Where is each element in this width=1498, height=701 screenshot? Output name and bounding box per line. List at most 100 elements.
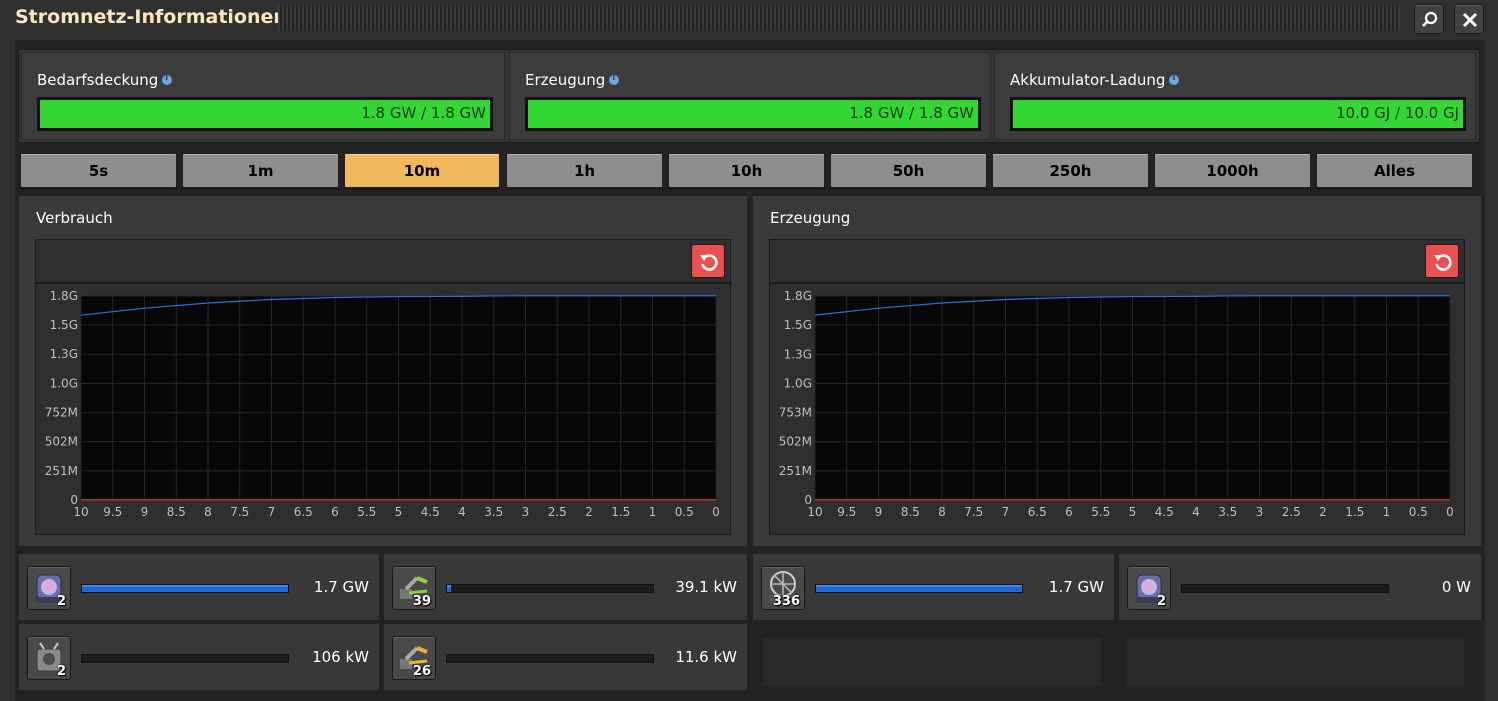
reset-button[interactable] bbox=[691, 244, 725, 278]
x-tick-label: 4.5 bbox=[1155, 505, 1174, 519]
item-count: 2 bbox=[1156, 594, 1166, 609]
steam-engine-icon[interactable]: 336 bbox=[761, 566, 805, 610]
title-drag-handle[interactable] bbox=[278, 5, 1400, 31]
time-button-1000h[interactable]: 1000h bbox=[1154, 153, 1311, 188]
time-button-10h[interactable]: 10h bbox=[668, 153, 825, 188]
time-button-1h[interactable]: 1h bbox=[506, 153, 663, 188]
satisfaction-bar-fill: 1.8 GW / 1.8 GW bbox=[40, 100, 490, 128]
inserter-green-icon[interactable]: 39 bbox=[392, 566, 436, 610]
x-tick-label: 2 bbox=[585, 505, 593, 519]
empty-slot bbox=[762, 637, 1102, 687]
time-button-5s[interactable]: 5s bbox=[20, 153, 177, 188]
item-value: 11.6 kW bbox=[675, 648, 737, 666]
reset-icon bbox=[1434, 254, 1452, 271]
x-tick-label: 3.5 bbox=[484, 505, 503, 519]
accumulator-bar: 10.0 GJ / 10.0 GJ bbox=[1010, 97, 1466, 131]
item-usage-bar bbox=[81, 654, 289, 663]
reset-button[interactable] bbox=[1425, 244, 1459, 278]
x-tick-label: 10 bbox=[73, 505, 88, 519]
info-icon[interactable] bbox=[162, 73, 173, 85]
item-value: 1.7 GW bbox=[313, 578, 369, 596]
y-tick-label: 1.0G bbox=[784, 376, 812, 390]
item-usage-bar bbox=[815, 584, 1023, 593]
title-bar[interactable]: Stromnetz-Informationen bbox=[0, 0, 1498, 40]
panel-title: Verbrauch bbox=[36, 209, 113, 227]
chart-legend-area bbox=[35, 239, 731, 283]
item-count: 26 bbox=[412, 664, 431, 679]
close-button[interactable] bbox=[1454, 4, 1484, 34]
producer-item[interactable]: 336 1.7 GW bbox=[752, 553, 1115, 621]
x-tick-label: 0 bbox=[1446, 505, 1454, 519]
stat-label: Akkumulator-Ladung bbox=[1010, 71, 1166, 89]
x-tick-label: 2.5 bbox=[548, 505, 567, 519]
time-button-250h[interactable]: 250h bbox=[992, 153, 1149, 188]
y-tick-label: 0 bbox=[70, 493, 78, 507]
x-tick-label: 8 bbox=[938, 505, 946, 519]
satisfaction-bar: 1.8 GW / 1.8 GW bbox=[37, 97, 493, 131]
x-tick-label: 5.5 bbox=[1091, 505, 1110, 519]
accumulator-value: 10.0 GJ / 10.0 GJ bbox=[1335, 104, 1459, 122]
production-bar: 1.8 GW / 1.8 GW bbox=[525, 97, 981, 131]
time-button-50h[interactable]: 50h bbox=[830, 153, 987, 188]
item-usage-bar bbox=[81, 584, 289, 593]
inserter-yellow-icon[interactable]: 26 bbox=[392, 636, 436, 680]
consumer-item[interactable]: 2 106 kW bbox=[18, 623, 380, 691]
y-tick-label: 1.3G bbox=[784, 347, 812, 361]
x-tick-label: 3 bbox=[1256, 505, 1264, 519]
x-tick-label: 4.5 bbox=[421, 505, 440, 519]
consumption-chart-svg: 10 9.5 9 8.5 8 7.5 7 6.5 6 5.5 5 4.5 4 3.5 3 2.5 2 1.5 1 0.… bbox=[45, 289, 720, 519]
item-usage-fill bbox=[816, 585, 1022, 592]
x-tick-label: 5 bbox=[1129, 505, 1137, 519]
x-tick-label: 1 bbox=[1383, 505, 1391, 519]
lab-icon[interactable]: 2 bbox=[27, 566, 71, 610]
x-tick-label: 0.5 bbox=[675, 505, 694, 519]
x-tick-label: 3 bbox=[522, 505, 530, 519]
x-tick-label: 9 bbox=[875, 505, 883, 519]
item-value: 0 W bbox=[1441, 578, 1471, 596]
x-tick-label: 10 bbox=[807, 505, 822, 519]
consumer-item[interactable]: 26 11.6 kW bbox=[383, 623, 748, 691]
time-button-alles[interactable]: Alles bbox=[1316, 153, 1473, 188]
item-count: 39 bbox=[412, 594, 431, 609]
empty-slot bbox=[1125, 637, 1465, 687]
x-tick-label: 7 bbox=[1002, 505, 1010, 519]
y-tick-label: 1.8G bbox=[784, 289, 812, 303]
stat-satisfaction: Bedarfsdeckung 1.8 GW / 1.8 GW bbox=[21, 52, 505, 140]
producer-item[interactable]: 2 0 W bbox=[1118, 553, 1482, 621]
summary-row: Bedarfsdeckung 1.8 GW / 1.8 GW Erzeugung… bbox=[18, 49, 1480, 143]
x-tick-label: 7 bbox=[268, 505, 276, 519]
window-title: Stromnetz-Informationen bbox=[15, 6, 287, 28]
time-button-10m[interactable]: 10m bbox=[344, 153, 500, 188]
x-tick-label: 6.5 bbox=[294, 505, 313, 519]
search-icon bbox=[1422, 11, 1438, 27]
y-tick-label: 251M bbox=[779, 464, 812, 478]
consumption-panel: Verbrauch 10 9.5 9 8.5 8 7.5 7 6.5 6 5.5 5 4.5 4 3.5 3… bbox=[18, 195, 748, 547]
y-tick-label: 251M bbox=[45, 464, 78, 478]
close-icon bbox=[1462, 12, 1478, 28]
info-icon[interactable] bbox=[609, 73, 620, 85]
item-usage-fill bbox=[82, 585, 288, 592]
y-tick-label: 1.5G bbox=[50, 318, 78, 332]
item-count: 2 bbox=[56, 664, 66, 679]
production-bar-fill: 1.8 GW / 1.8 GW bbox=[528, 100, 978, 128]
x-tick-label: 6 bbox=[1065, 505, 1073, 519]
item-count: 2 bbox=[56, 594, 66, 609]
x-tick-label: 1 bbox=[649, 505, 657, 519]
production-chart[interactable]: 10 9.5 9 8.5 8 7.5 7 6.5 6 5.5 5 4.5 4 3.5 3 2.5 2 1.5 1 0.… bbox=[769, 283, 1465, 535]
x-tick-label: 1.5 bbox=[1345, 505, 1364, 519]
roboport-icon[interactable]: 2 bbox=[27, 636, 71, 680]
consumption-chart[interactable]: 10 9.5 9 8.5 8 7.5 7 6.5 6 5.5 5 4.5 4 3.5 3 2.5 2 1.5 1 0.… bbox=[35, 283, 731, 535]
x-tick-label: 5 bbox=[395, 505, 403, 519]
time-button-1m[interactable]: 1m bbox=[182, 153, 339, 188]
consumer-item[interactable]: 39 39.1 kW bbox=[383, 553, 748, 621]
lab-icon[interactable]: 2 bbox=[1127, 566, 1171, 610]
stat-production: Erzeugung 1.8 GW / 1.8 GW bbox=[509, 52, 991, 140]
satisfaction-value: 1.8 GW / 1.8 GW bbox=[361, 104, 486, 122]
y-tick-label: 1.8G bbox=[50, 289, 78, 303]
panel-title: Erzeugung bbox=[770, 209, 851, 227]
x-tick-label: 9 bbox=[141, 505, 149, 519]
info-icon[interactable] bbox=[1169, 73, 1180, 85]
search-button[interactable] bbox=[1414, 4, 1444, 34]
item-usage-bar bbox=[1181, 584, 1389, 593]
consumer-item[interactable]: 2 1.7 GW bbox=[18, 553, 380, 621]
